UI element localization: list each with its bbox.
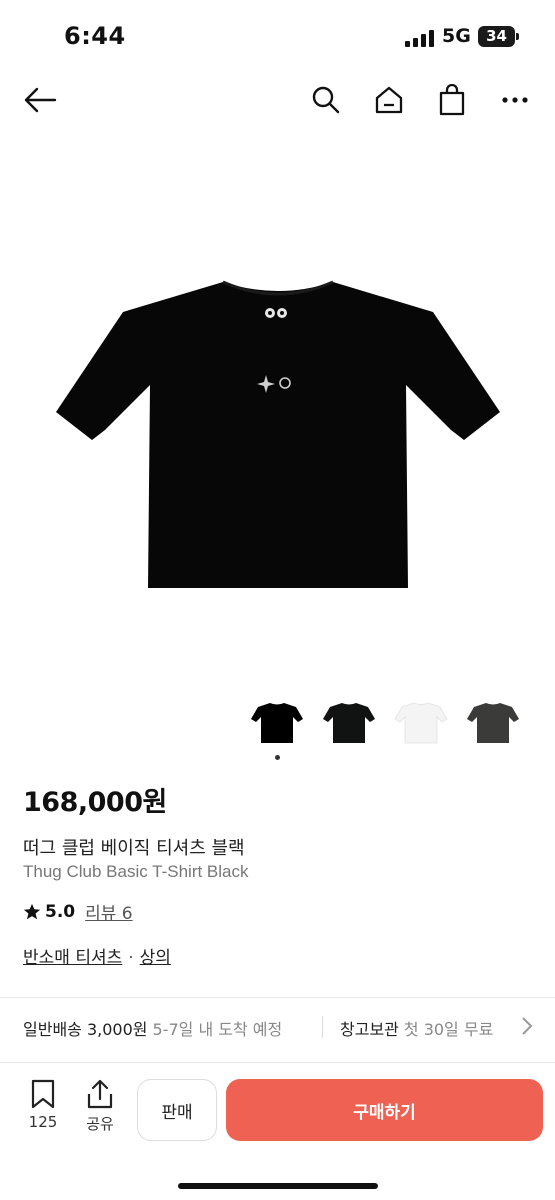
signal-icon [405, 29, 435, 47]
storage-label: 창고보관 [340, 1020, 399, 1039]
product-title-ko: 떠그 클럽 베이직 티셔츠 블랙 [23, 838, 245, 859]
storage-info[interactable]: 창고보관 첫 30일 무료 [340, 1016, 493, 1040]
home-indicator [178, 1183, 378, 1189]
share-button[interactable]: 공유 [80, 1079, 120, 1134]
bottom-action-bar: 125 공유 판매 구매하기 [0, 1062, 555, 1200]
home-icon[interactable] [369, 80, 409, 120]
thumbnail-strip [248, 690, 522, 752]
status-bar: 6:44 5G 34 [0, 0, 555, 70]
category-link-short-sleeve[interactable]: 반소매 티셔츠 [23, 948, 122, 968]
category-link-tops[interactable]: 상의 [140, 948, 171, 968]
thumbnail-black[interactable] [248, 690, 306, 752]
thumbnail-charcoal[interactable] [464, 690, 522, 752]
status-time: 6:44 [64, 22, 126, 50]
buy-button[interactable]: 구매하기 [226, 1079, 543, 1141]
wishlist-count: 125 [28, 1113, 58, 1131]
share-label: 공유 [86, 1115, 114, 1133]
chevron-right-icon[interactable] [520, 1016, 534, 1036]
category-breadcrumb: 반소매 티셔츠 · 상의 [23, 943, 171, 968]
search-icon[interactable] [306, 80, 346, 120]
rating-value: 5.0 [45, 901, 76, 922]
battery-icon: 34 [478, 26, 519, 47]
more-icon[interactable] [495, 80, 535, 120]
back-arrow-icon[interactable] [20, 80, 60, 120]
top-nav [0, 70, 555, 130]
shipping-label: 일반배송 3,000원 [23, 1020, 148, 1039]
product-title-en: Thug Club Basic T-Shirt Black [23, 862, 249, 881]
category-separator: · [128, 948, 134, 968]
shipping-eta: 5-7일 내 도착 예정 [152, 1020, 283, 1039]
sell-button[interactable]: 판매 [137, 1079, 217, 1141]
thumbnail-dark-green[interactable] [320, 690, 378, 752]
product-price: 168,000원 [23, 787, 167, 818]
shopping-bag-icon[interactable] [432, 80, 472, 120]
review-link[interactable]: 리뷰 6 [85, 899, 133, 924]
vertical-divider [322, 1016, 323, 1038]
bookmark-icon [31, 1079, 55, 1109]
star-icon [23, 903, 41, 919]
share-icon [87, 1079, 113, 1109]
shipping-row: 일반배송 3,000원 5-7일 내 도착 예정 창고보관 첫 30일 무료 [0, 998, 555, 1056]
thumbnail-white[interactable] [392, 690, 450, 752]
storage-note: 첫 30일 무료 [403, 1020, 494, 1039]
product-image[interactable] [0, 160, 555, 660]
wishlist-button[interactable]: 125 [23, 1079, 63, 1131]
selected-indicator-dot [275, 755, 280, 760]
rating-row: 5.0 리뷰 6 [23, 899, 133, 924]
network-label: 5G [442, 25, 471, 47]
shipping-info: 일반배송 3,000원 5-7일 내 도착 예정 [23, 1016, 282, 1040]
tshirt-image [55, 280, 500, 588]
